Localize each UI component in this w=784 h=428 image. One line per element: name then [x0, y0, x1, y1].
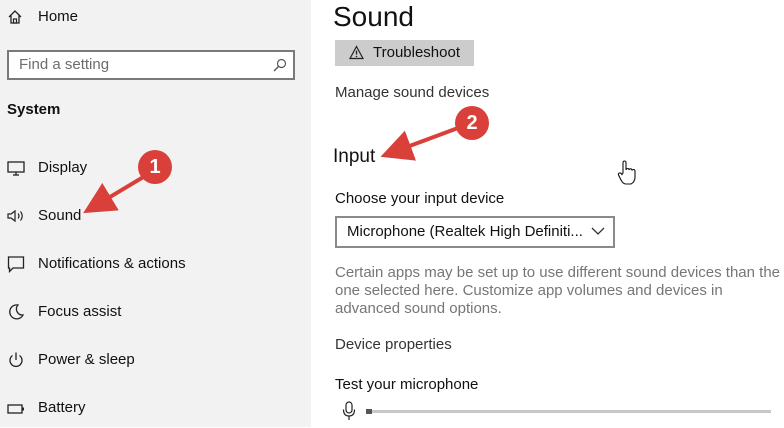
battery-icon	[7, 404, 24, 414]
power-icon	[9, 352, 23, 367]
sidebar-item-label: Display	[38, 159, 88, 176]
input-device-dropdown[interactable]: Microphone (Realtek High Definiti...	[335, 216, 615, 248]
mic-level-meter	[366, 409, 771, 414]
troubleshoot-button[interactable]: Troubleshoot	[335, 40, 474, 66]
sidebar-item-power-sleep[interactable]: Power & sleep	[0, 340, 311, 380]
warning-icon	[349, 45, 364, 60]
chevron-down-icon	[591, 227, 605, 235]
test-microphone-label: Test your microphone	[335, 376, 479, 393]
sidebar-item-label: Sound	[38, 207, 82, 224]
sidebar-item-label: Focus assist	[38, 303, 122, 320]
home-label: Home	[38, 8, 79, 25]
sidebar-item-battery[interactable]: Battery	[0, 388, 311, 428]
info-text: Certain apps may be set up to use differ…	[335, 264, 781, 317]
input-device-value: Microphone (Realtek High Definiti...	[347, 223, 583, 240]
annotation-badge-1: 1	[138, 150, 172, 184]
input-heading: Input	[333, 146, 376, 167]
sound-settings-pane: Sound Troubleshoot Manage sound devices …	[311, 0, 784, 427]
sidebar-item-label: Power & sleep	[38, 351, 135, 368]
choose-input-label: Choose your input device	[335, 190, 505, 207]
search-box[interactable]: Find a setting	[7, 50, 295, 80]
search-placeholder: Find a setting	[19, 56, 110, 73]
sidebar-item-sound[interactable]: Sound	[0, 196, 311, 236]
annotation-badge-2: 2	[455, 106, 489, 140]
home-icon	[8, 10, 22, 24]
sidebar-item-label: Battery	[38, 399, 86, 416]
hand-cursor-icon	[617, 160, 636, 185]
section-title: System	[7, 101, 61, 118]
mic-level-fill	[366, 409, 373, 414]
device-properties-link[interactable]: Device properties	[335, 336, 452, 353]
search-icon[interactable]	[273, 58, 287, 72]
page-title: Sound	[333, 1, 414, 32]
display-icon	[7, 161, 25, 176]
manage-sound-devices-link[interactable]: Manage sound devices	[335, 84, 489, 101]
sidebar-item-notifications[interactable]: Notifications & actions	[0, 244, 311, 284]
troubleshoot-label: Troubleshoot	[373, 44, 460, 61]
settings-sidebar: Home Find a setting System Display Sound…	[0, 0, 311, 427]
home-nav-item[interactable]: Home	[0, 0, 311, 36]
sidebar-item-focus-assist[interactable]: Focus assist	[0, 292, 311, 332]
moon-icon	[9, 304, 25, 320]
sidebar-item-label: Notifications & actions	[38, 255, 186, 272]
speaker-icon	[7, 209, 23, 223]
microphone-icon	[342, 401, 356, 420]
notification-icon	[7, 256, 25, 273]
